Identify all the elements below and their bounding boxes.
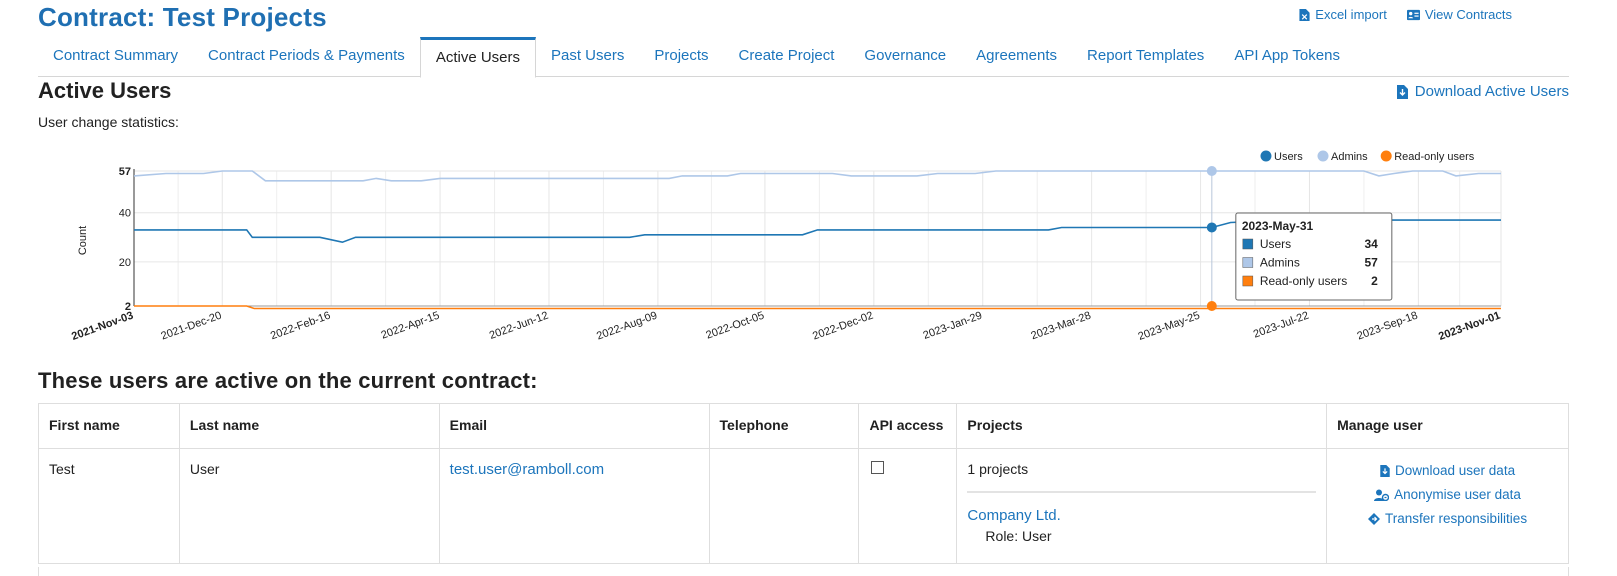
project-role: Role: User	[985, 528, 1052, 544]
anonymise-user-data-label: Anonymise user data	[1394, 487, 1521, 502]
transfer-responsibilities-button[interactable]: Transfer responsibilities	[1368, 511, 1527, 526]
legend-label: Admins	[1331, 151, 1368, 163]
y-tick-label: 40	[119, 208, 131, 220]
cell-telephone	[708, 448, 860, 564]
transfer-responsibilities-label: Transfer responsibilities	[1385, 511, 1528, 526]
contracts-card-icon	[1406, 9, 1420, 20]
x-tick-label: 2023-Mar-28	[1029, 310, 1092, 343]
legend-label: Read-only users	[1394, 151, 1475, 163]
transfer-diamond-icon	[1368, 512, 1381, 525]
tab-create-project[interactable]: Create Project	[724, 37, 850, 77]
tooltip-date: 2023-May-31	[1242, 219, 1314, 233]
tooltip-swatch	[1242, 257, 1254, 268]
y-tick-label: 57	[119, 166, 131, 178]
tab-active-users[interactable]: Active Users	[419, 37, 536, 78]
page-title: Contract: Test Projects	[38, 2, 327, 32]
tooltip-value: 57	[1364, 256, 1378, 270]
tab-governance[interactable]: Governance	[849, 37, 961, 77]
cell-email: test.user@ramboll.com	[438, 448, 710, 564]
legend-marker	[1260, 150, 1272, 162]
tab-api-app-tokens[interactable]: API App Tokens	[1219, 37, 1355, 77]
tooltip-label: Admins	[1260, 256, 1300, 270]
excel-import-label: Excel import	[1315, 7, 1387, 22]
email-link[interactable]: test.user@ramboll.com	[450, 461, 604, 478]
tab-contract-summary[interactable]: Contract Summary	[38, 37, 193, 77]
series-line-admins	[133, 170, 1501, 182]
active-users-heading: These users are active on the current co…	[38, 368, 538, 393]
projects-count: 1 projects	[967, 461, 1029, 477]
download-file-icon	[1380, 464, 1390, 477]
download-active-users-label: Download Active Users	[1414, 83, 1569, 100]
hover-point	[1206, 301, 1217, 311]
anonymise-user-data-button[interactable]: Anonymise user data	[1374, 487, 1521, 502]
tab-projects[interactable]: Projects	[639, 37, 723, 77]
legend-label: Users	[1274, 151, 1303, 163]
table-row: Test User test.user@ramboll.com 1 projec…	[38, 448, 1569, 564]
x-tick-label: 2021-Dec-20	[159, 310, 223, 343]
tooltip-value: 2	[1371, 274, 1378, 288]
tooltip-label: Users	[1260, 237, 1291, 251]
api-access-checkbox[interactable]	[871, 461, 885, 474]
cell-first-name: Test	[38, 448, 180, 564]
x-tick-label: 2022-Oct-05	[704, 310, 766, 342]
col-api-access[interactable]: API access	[858, 403, 958, 449]
download-active-users-button[interactable]: Download Active Users	[1396, 83, 1569, 100]
col-projects[interactable]: Projects	[956, 403, 1328, 449]
tab-contract-periods-payments[interactable]: Contract Periods & Payments	[193, 37, 420, 77]
section-title: Active Users	[38, 78, 172, 103]
cell-projects: 1 projects Company Ltd. Role: User	[956, 448, 1328, 564]
projects-divider	[967, 491, 1317, 493]
col-email[interactable]: Email	[438, 403, 710, 449]
excel-import-link[interactable]: Excel import	[1299, 7, 1387, 22]
x-tick-label: 2023-Jul-22	[1252, 310, 1311, 341]
y-axis-label: Count	[77, 226, 89, 255]
download-user-data-button[interactable]: Download user data	[1380, 463, 1515, 478]
col-first-name[interactable]: First name	[38, 403, 180, 449]
x-tick-label: 2022-Apr-15	[380, 310, 442, 342]
x-tick-label: 2022-Aug-09	[595, 310, 659, 343]
legend-marker	[1380, 150, 1392, 162]
download-file-icon	[1396, 84, 1408, 99]
col-last-name[interactable]: Last name	[178, 403, 440, 449]
x-tick-label: 2023-Nov-01	[1437, 310, 1502, 343]
view-contracts-label: View Contracts	[1424, 7, 1512, 22]
cell-manage-user: Download user data Anonymise user data T…	[1326, 448, 1569, 564]
tooltip-label: Read-only users	[1260, 274, 1347, 288]
col-manage-user[interactable]: Manage user	[1326, 403, 1569, 449]
partial-next-row	[38, 567, 1569, 576]
x-tick-label: 2022-Jun-12	[488, 310, 550, 342]
tooltip-value: 34	[1364, 237, 1378, 251]
anonymise-user-icon	[1374, 489, 1390, 501]
excel-file-icon	[1299, 8, 1310, 21]
cell-api-access	[858, 448, 958, 564]
x-tick-label: 2023-Jan-29	[922, 310, 984, 342]
tab-past-users[interactable]: Past Users	[536, 37, 639, 77]
col-telephone[interactable]: Telephone	[708, 403, 860, 449]
tooltip-swatch	[1242, 238, 1254, 250]
contract-tabs: Contract Summary Contract Periods & Paym…	[38, 37, 1569, 78]
view-contracts-link[interactable]: View Contracts	[1406, 7, 1512, 22]
active-users-table: First name Last name Email Telephone API…	[38, 403, 1569, 564]
y-tick-label: 20	[119, 257, 131, 269]
top-links: Excel import View Contracts	[1299, 7, 1512, 22]
x-tick-label: 2023-Sep-18	[1356, 310, 1420, 343]
tooltip-swatch	[1242, 275, 1254, 287]
tab-agreements[interactable]: Agreements	[961, 37, 1072, 77]
x-tick-label: 2022-Dec-02	[811, 310, 875, 343]
project-link[interactable]: Company Ltd.	[967, 507, 1316, 524]
hover-point	[1206, 222, 1217, 233]
x-tick-label: 2023-May-25	[1137, 310, 1202, 343]
legend-marker	[1317, 150, 1329, 162]
cell-last-name: User	[178, 448, 440, 564]
table-header-row: First name Last name Email Telephone API…	[38, 403, 1569, 449]
download-user-data-label: Download user data	[1395, 463, 1516, 478]
user-statistics-chart: 2 20 40 57 Count 2021-Nov-03 2021-Dec-20 2022-F…	[70, 150, 1502, 343]
hover-point	[1206, 166, 1217, 176]
stats-label: User change statistics:	[38, 114, 179, 130]
tab-report-templates[interactable]: Report Templates	[1072, 37, 1219, 77]
x-tick-label: 2021-Nov-03	[70, 310, 135, 343]
x-tick-label: 2022-Feb-16	[269, 310, 332, 343]
